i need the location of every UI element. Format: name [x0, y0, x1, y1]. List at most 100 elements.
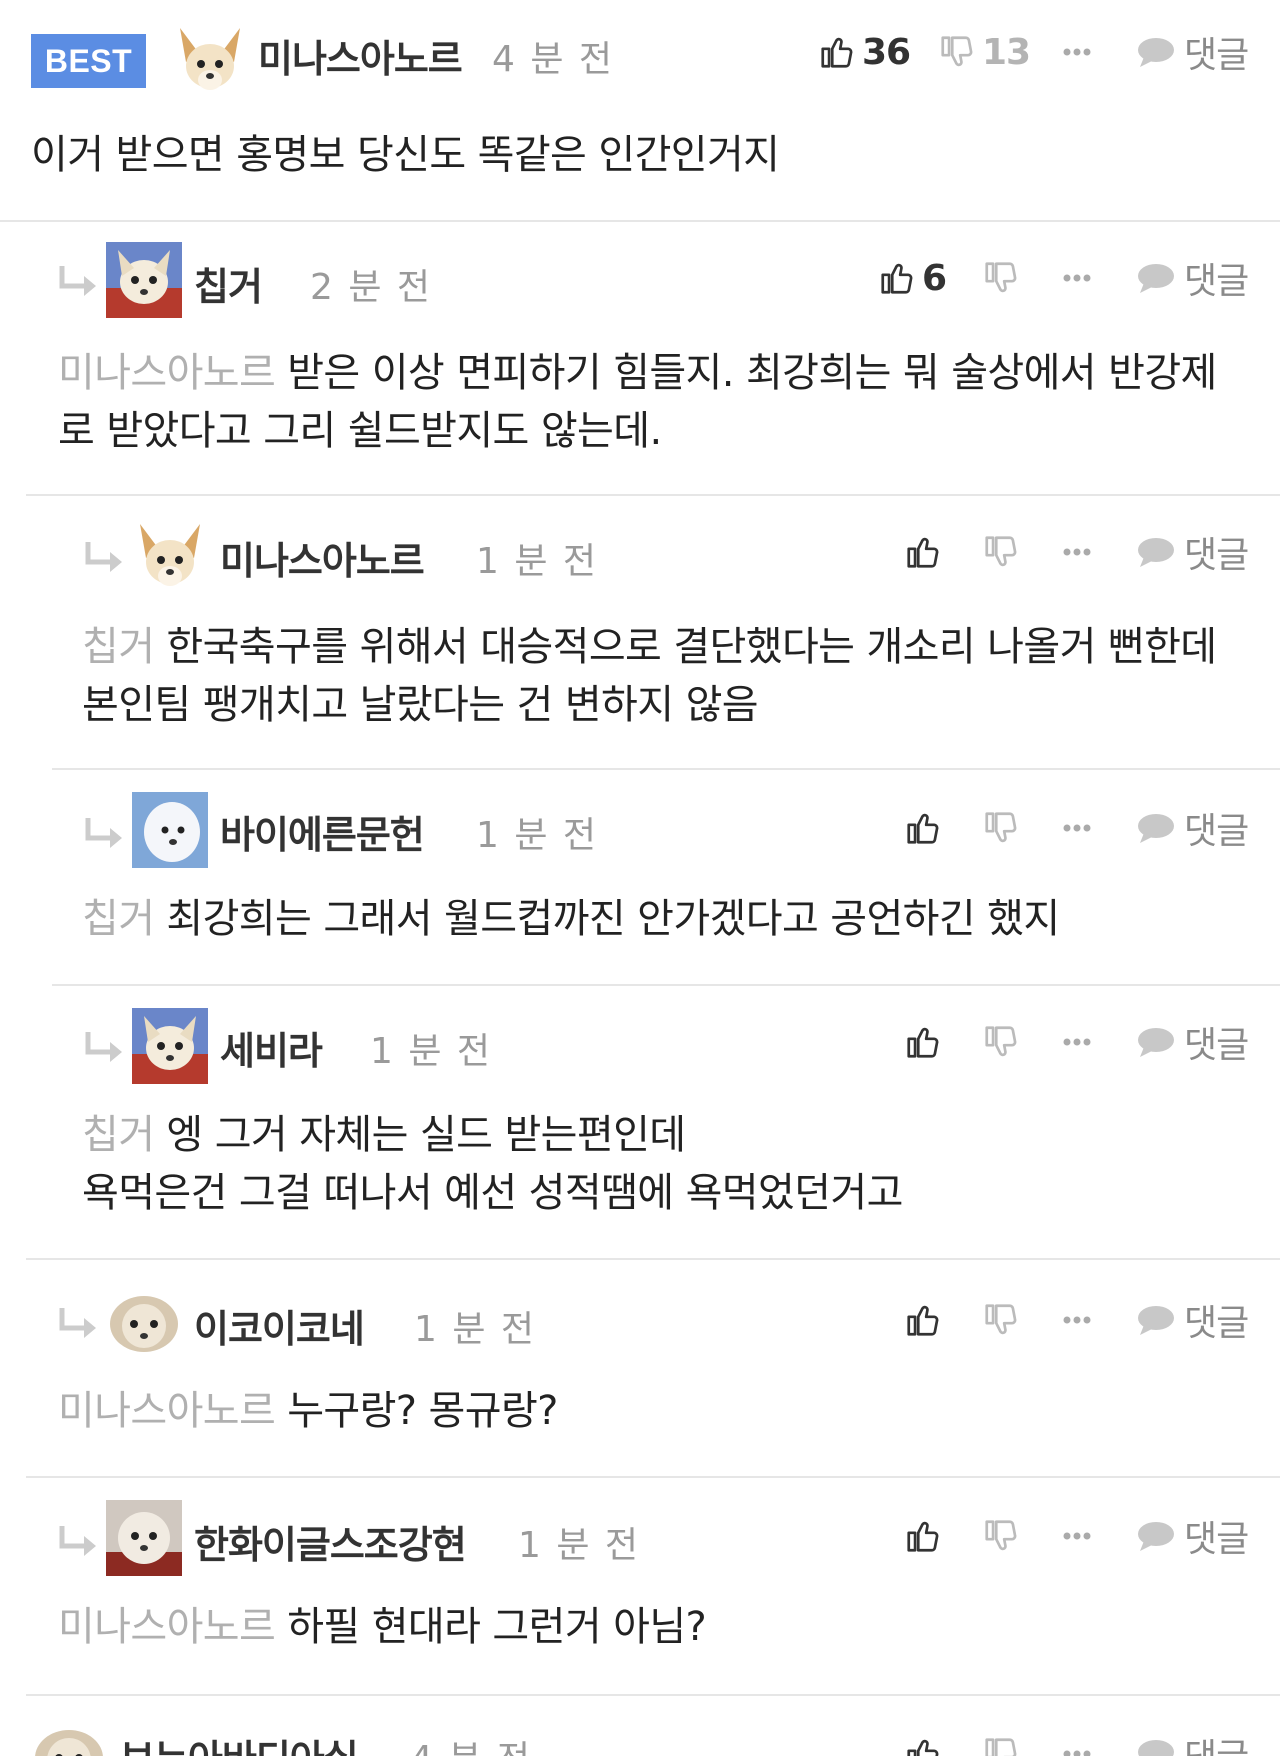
- comment-best: BEST 미나스아노르 4 분 전 36 13 댓글 이거 받으면 홍명보 당신…: [0, 0, 1280, 222]
- reply-arrow-icon: [56, 1522, 100, 1562]
- comment-actions: 댓글: [904, 1014, 1258, 1070]
- avatar[interactable]: [106, 1500, 182, 1576]
- mention[interactable]: 칩거: [82, 1112, 155, 1158]
- more-button[interactable]: [1062, 800, 1092, 856]
- reply-label: 댓글: [1184, 261, 1249, 302]
- mention[interactable]: 칩거: [82, 896, 155, 942]
- upvote-button[interactable]: [904, 1726, 942, 1756]
- downvote-button[interactable]: [982, 1508, 1020, 1564]
- comment-text: 받은 이상 면피하기 힘들지. 최강희는 뭐 술상에서 반강제: [287, 350, 1217, 396]
- more-button[interactable]: [1062, 1726, 1092, 1756]
- mention[interactable]: 미나스아노르: [58, 350, 276, 396]
- nickname[interactable]: 보누아바디아실: [120, 1728, 359, 1756]
- upvote-button[interactable]: [904, 524, 942, 580]
- more-button[interactable]: [1062, 24, 1092, 80]
- avatar[interactable]: [106, 1284, 182, 1360]
- nickname[interactable]: 세비라: [220, 1020, 323, 1075]
- reply-button[interactable]: 댓글: [1136, 1014, 1249, 1070]
- nickname[interactable]: 이코이코네: [194, 1298, 365, 1353]
- downvote-button[interactable]: [982, 800, 1020, 856]
- avatar[interactable]: [132, 1008, 208, 1084]
- comment-body: 칩거 최강희는 그래서 월드컵까진 안가겠다고 공언하긴 했지: [82, 890, 1262, 948]
- thumbs-up-icon: [907, 537, 939, 568]
- comment-text-line2: 본인팀 팽개치고 날랐다는 건 변하지 않음: [82, 682, 759, 728]
- thumbs-up-icon: [821, 37, 853, 68]
- comment-text: 하필 현대라 그런거 아님?: [287, 1604, 707, 1650]
- reply-button[interactable]: 댓글: [1136, 24, 1249, 80]
- nickname[interactable]: 칩거: [194, 256, 263, 311]
- avatar[interactable]: [31, 1718, 107, 1756]
- more-button[interactable]: [1062, 250, 1092, 306]
- mention[interactable]: 칩거: [82, 624, 155, 670]
- thumbs-down-icon: [985, 812, 1017, 843]
- comment-text: 이거 받으면 홍명보 당신도 똑같은 인간인거지: [31, 132, 780, 178]
- avatar[interactable]: [132, 518, 208, 594]
- reply-button[interactable]: 댓글: [1136, 524, 1249, 580]
- comment-actions: 댓글: [904, 1508, 1258, 1564]
- reply-button[interactable]: 댓글: [1136, 1508, 1249, 1564]
- more-button[interactable]: [1062, 1014, 1092, 1070]
- comment-actions: 36 13 댓글: [818, 24, 1258, 80]
- thumbs-up-icon: [881, 263, 913, 294]
- speech-bubble-icon: [1138, 814, 1174, 843]
- reply-arrow-icon: [82, 538, 126, 578]
- more-dots-icon: [1063, 274, 1091, 282]
- downvote-button[interactable]: [982, 1014, 1020, 1070]
- more-button[interactable]: [1062, 1508, 1092, 1564]
- upvote-button[interactable]: [904, 1292, 942, 1348]
- speech-bubble-icon: [1138, 1306, 1174, 1335]
- downvote-button[interactable]: [982, 1726, 1020, 1756]
- reply-arrow-icon: [56, 262, 100, 302]
- reply-arrow-icon: [56, 1304, 100, 1344]
- speech-bubble-icon: [1138, 1740, 1174, 1756]
- reply-button[interactable]: 댓글: [1136, 800, 1249, 856]
- nickname[interactable]: 미나스아노르: [220, 530, 425, 585]
- dog-costume-avatar-icon: [106, 242, 182, 318]
- comment-reply: 칩거 2 분 전 6 댓글 미나스아노르 받은 이상 면피하기 힘들지. 최강희는…: [0, 222, 1280, 496]
- comment-actions: 댓글: [904, 1292, 1258, 1348]
- more-dots-icon: [1063, 1750, 1091, 1756]
- comment-reply: 한화이글스조강현 1 분 전 댓글 미나스아노르 하필 현대라 그런거 아님?: [0, 1478, 1280, 1696]
- upvote-button[interactable]: [904, 1014, 942, 1070]
- nickname[interactable]: 미나스아노르: [258, 28, 463, 83]
- more-button[interactable]: [1062, 524, 1092, 580]
- nickname[interactable]: 한화이글스조강현: [194, 1514, 467, 1569]
- speech-bubble-icon: [1138, 538, 1174, 567]
- avatar[interactable]: [132, 792, 208, 868]
- upvote-button[interactable]: [904, 1508, 942, 1564]
- thumbs-down-icon: [985, 1304, 1017, 1335]
- comment-text: 누구랑? 몽규랑?: [287, 1388, 558, 1434]
- timestamp: 1 분 전: [476, 541, 599, 582]
- upvote-button[interactable]: 36: [818, 24, 911, 80]
- avatar[interactable]: [106, 242, 182, 318]
- mention[interactable]: 미나스아노르: [58, 1388, 276, 1434]
- upvote-button[interactable]: 6: [878, 250, 947, 306]
- thumbs-down-icon: [985, 1026, 1017, 1057]
- avatar[interactable]: [172, 22, 248, 98]
- reply-label: 댓글: [1184, 811, 1249, 852]
- downvote-button[interactable]: 13: [938, 24, 1031, 80]
- nickname[interactable]: 바이에른문헌: [220, 804, 425, 859]
- reply-button[interactable]: 댓글: [1136, 1292, 1249, 1348]
- reply-button[interactable]: 댓글: [1136, 250, 1249, 306]
- comment-actions: 댓글: [904, 524, 1258, 580]
- upvote-button[interactable]: [904, 800, 942, 856]
- reply-button[interactable]: 댓글: [1136, 1726, 1249, 1756]
- more-button[interactable]: [1062, 1292, 1092, 1348]
- comment-body: 미나스아노르 누구랑? 몽규랑?: [58, 1382, 1258, 1440]
- puppy-red-avatar-icon: [106, 1500, 182, 1576]
- chihuahua-avatar-icon: [172, 22, 248, 98]
- more-dots-icon: [1063, 548, 1091, 556]
- upvote-count: 36: [862, 31, 911, 73]
- thumbs-down-icon: [985, 1520, 1017, 1551]
- downvote-button[interactable]: [982, 1292, 1020, 1348]
- comment-text-line2: 욕먹은건 그걸 떠나서 예선 성적땜에 욕먹었던거고: [82, 1170, 903, 1216]
- reply-label: 댓글: [1184, 35, 1249, 76]
- speech-bubble-icon: [1138, 1522, 1174, 1551]
- more-dots-icon: [1063, 1316, 1091, 1324]
- more-dots-icon: [1063, 824, 1091, 832]
- downvote-button[interactable]: [982, 524, 1020, 580]
- comment-body: 미나스아노르 하필 현대라 그런거 아님?: [58, 1598, 1258, 1656]
- mention[interactable]: 미나스아노르: [58, 1604, 276, 1650]
- downvote-button[interactable]: [982, 250, 1020, 306]
